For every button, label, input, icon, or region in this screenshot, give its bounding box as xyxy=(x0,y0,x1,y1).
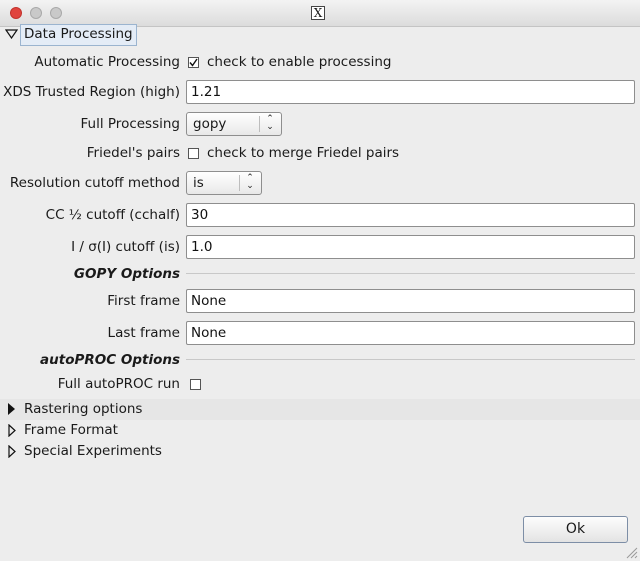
section-special-experiments[interactable]: Special Experiments xyxy=(0,441,640,462)
triangle-down-icon[interactable] xyxy=(5,29,18,39)
xds-trusted-region-field[interactable]: 1.21 xyxy=(186,80,635,104)
resolution-cutoff-label: Resolution cutoff method xyxy=(9,175,180,191)
automatic-processing-label: Automatic Processing xyxy=(34,54,180,70)
friedels-pairs-text: check to merge Friedel pairs xyxy=(207,145,400,161)
section-rastering-options[interactable]: Rastering options xyxy=(0,399,640,420)
last-frame-label: Last frame xyxy=(107,325,180,341)
section-header-label: Data Processing xyxy=(24,26,133,42)
triangle-right-icon xyxy=(8,403,15,415)
checkmark-icon xyxy=(189,58,198,67)
last-frame-field[interactable]: None xyxy=(186,321,635,345)
title-bar: X xyxy=(0,0,640,27)
full-processing-label: Full Processing xyxy=(80,116,180,132)
cc-half-cutoff-field[interactable]: 30 xyxy=(186,203,635,227)
automatic-processing-checkbox[interactable] xyxy=(188,57,199,68)
i-sigma-cutoff-label: I / σ(I) cutoff (is) xyxy=(71,239,180,255)
section-header-data-processing[interactable]: Data Processing xyxy=(20,24,137,46)
cc-half-cutoff-label: CC ½ cutoff (cchalf) xyxy=(45,207,180,223)
ok-button[interactable]: Ok xyxy=(523,516,628,543)
resolution-cutoff-select[interactable]: is ⌃ ⌄ xyxy=(186,171,262,195)
friedels-pairs-checkbox[interactable] xyxy=(188,148,199,159)
close-window-button[interactable] xyxy=(10,7,22,19)
i-sigma-cutoff-field[interactable]: 1.0 xyxy=(186,235,635,259)
automatic-processing-text: check to enable processing xyxy=(207,54,392,70)
group-divider xyxy=(186,273,635,274)
gopy-options-title: GOPY Options xyxy=(73,266,180,282)
first-frame-label: First frame xyxy=(107,293,180,309)
triangle-right-icon xyxy=(8,445,16,458)
autoproc-options-title: autoPROC Options xyxy=(40,352,180,368)
full-autoproc-run-checkbox[interactable] xyxy=(190,379,201,390)
group-divider xyxy=(186,359,635,360)
resolution-cutoff-value: is xyxy=(193,175,204,191)
full-autoproc-run-label: Full autoPROC run xyxy=(57,376,180,392)
section-label: Frame Format xyxy=(24,422,118,438)
x11-icon: X xyxy=(311,6,325,20)
minimize-window-button[interactable] xyxy=(30,7,42,19)
section-frame-format[interactable]: Frame Format xyxy=(0,420,640,441)
xds-trusted-region-label: XDS Trusted Region (high) xyxy=(3,84,180,100)
section-label: Rastering options xyxy=(24,401,143,417)
full-processing-select[interactable]: gopy ⌃ ⌄ xyxy=(186,112,282,136)
friedels-pairs-label: Friedel's pairs xyxy=(86,145,180,161)
first-frame-field[interactable]: None xyxy=(186,289,635,313)
chevron-up-down-icon: ⌃ ⌄ xyxy=(266,114,274,132)
triangle-right-icon xyxy=(8,424,16,437)
full-processing-value: gopy xyxy=(193,116,227,132)
section-label: Special Experiments xyxy=(24,443,162,459)
resize-grip-icon[interactable] xyxy=(626,547,638,559)
chevron-up-down-icon: ⌃ ⌄ xyxy=(246,173,254,191)
maximize-window-button[interactable] xyxy=(50,7,62,19)
